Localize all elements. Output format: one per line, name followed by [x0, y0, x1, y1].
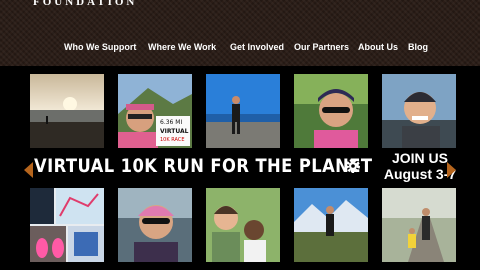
nav-who-we-support[interactable]: Who We Support [64, 42, 148, 52]
chevron-left-icon[interactable] [24, 162, 34, 178]
gear-icon [346, 159, 360, 173]
photo-mother-child[interactable] [206, 188, 280, 262]
sign-virtual: VIRTUAL [160, 128, 189, 135]
waterfront-runner-image [206, 74, 280, 148]
selfie-mountain-image: 6.36 MI VIRTUAL 10K RACE [118, 74, 192, 148]
mother-child-image [206, 188, 280, 262]
sunglasses-selfie-image [118, 188, 192, 262]
mountain-lake-image [294, 188, 368, 262]
photo-road-walk[interactable] [382, 188, 456, 262]
nav-our-partners[interactable]: Our Partners [294, 42, 358, 52]
nav-about-us[interactable]: About Us [358, 42, 408, 52]
sign-distance: 6.36 MI [160, 119, 182, 126]
photo-mountain-lake[interactable] [294, 188, 368, 262]
event-title: VIRTUAL 10K RUN FOR THE PLANET [34, 155, 373, 177]
site-logo[interactable]: FOUNDATION [33, 0, 137, 8]
nav-where-we-work[interactable]: Where We Work [148, 42, 230, 52]
nav-blog[interactable]: Blog [408, 42, 438, 52]
road-walk-image [382, 188, 456, 262]
beach-sunset-image [30, 74, 104, 148]
chevron-right-icon[interactable] [446, 162, 456, 178]
sign-race: 10K RACE [160, 137, 185, 143]
photo-beach-sunset[interactable] [30, 74, 104, 148]
photo-run-app-collage[interactable] [30, 188, 104, 262]
beanie-runner-image [382, 74, 456, 148]
photo-selfie-mountain[interactable]: 6.36 MI VIRTUAL 10K RACE [118, 74, 192, 148]
photo-beanie-runner[interactable] [382, 74, 456, 148]
run-app-collage-image [30, 188, 104, 262]
bandana-selfie-image [294, 74, 368, 148]
photo-waterfront-runner[interactable] [206, 74, 280, 148]
site-header: FOUNDATION Who We Support Where We Work … [0, 0, 480, 66]
nav-get-involved[interactable]: Get Involved [230, 42, 294, 52]
photo-bandana-selfie[interactable] [294, 74, 368, 148]
main-nav: Who We Support Where We Work Get Involve… [64, 42, 438, 52]
photo-sunglasses-selfie[interactable] [118, 188, 192, 262]
